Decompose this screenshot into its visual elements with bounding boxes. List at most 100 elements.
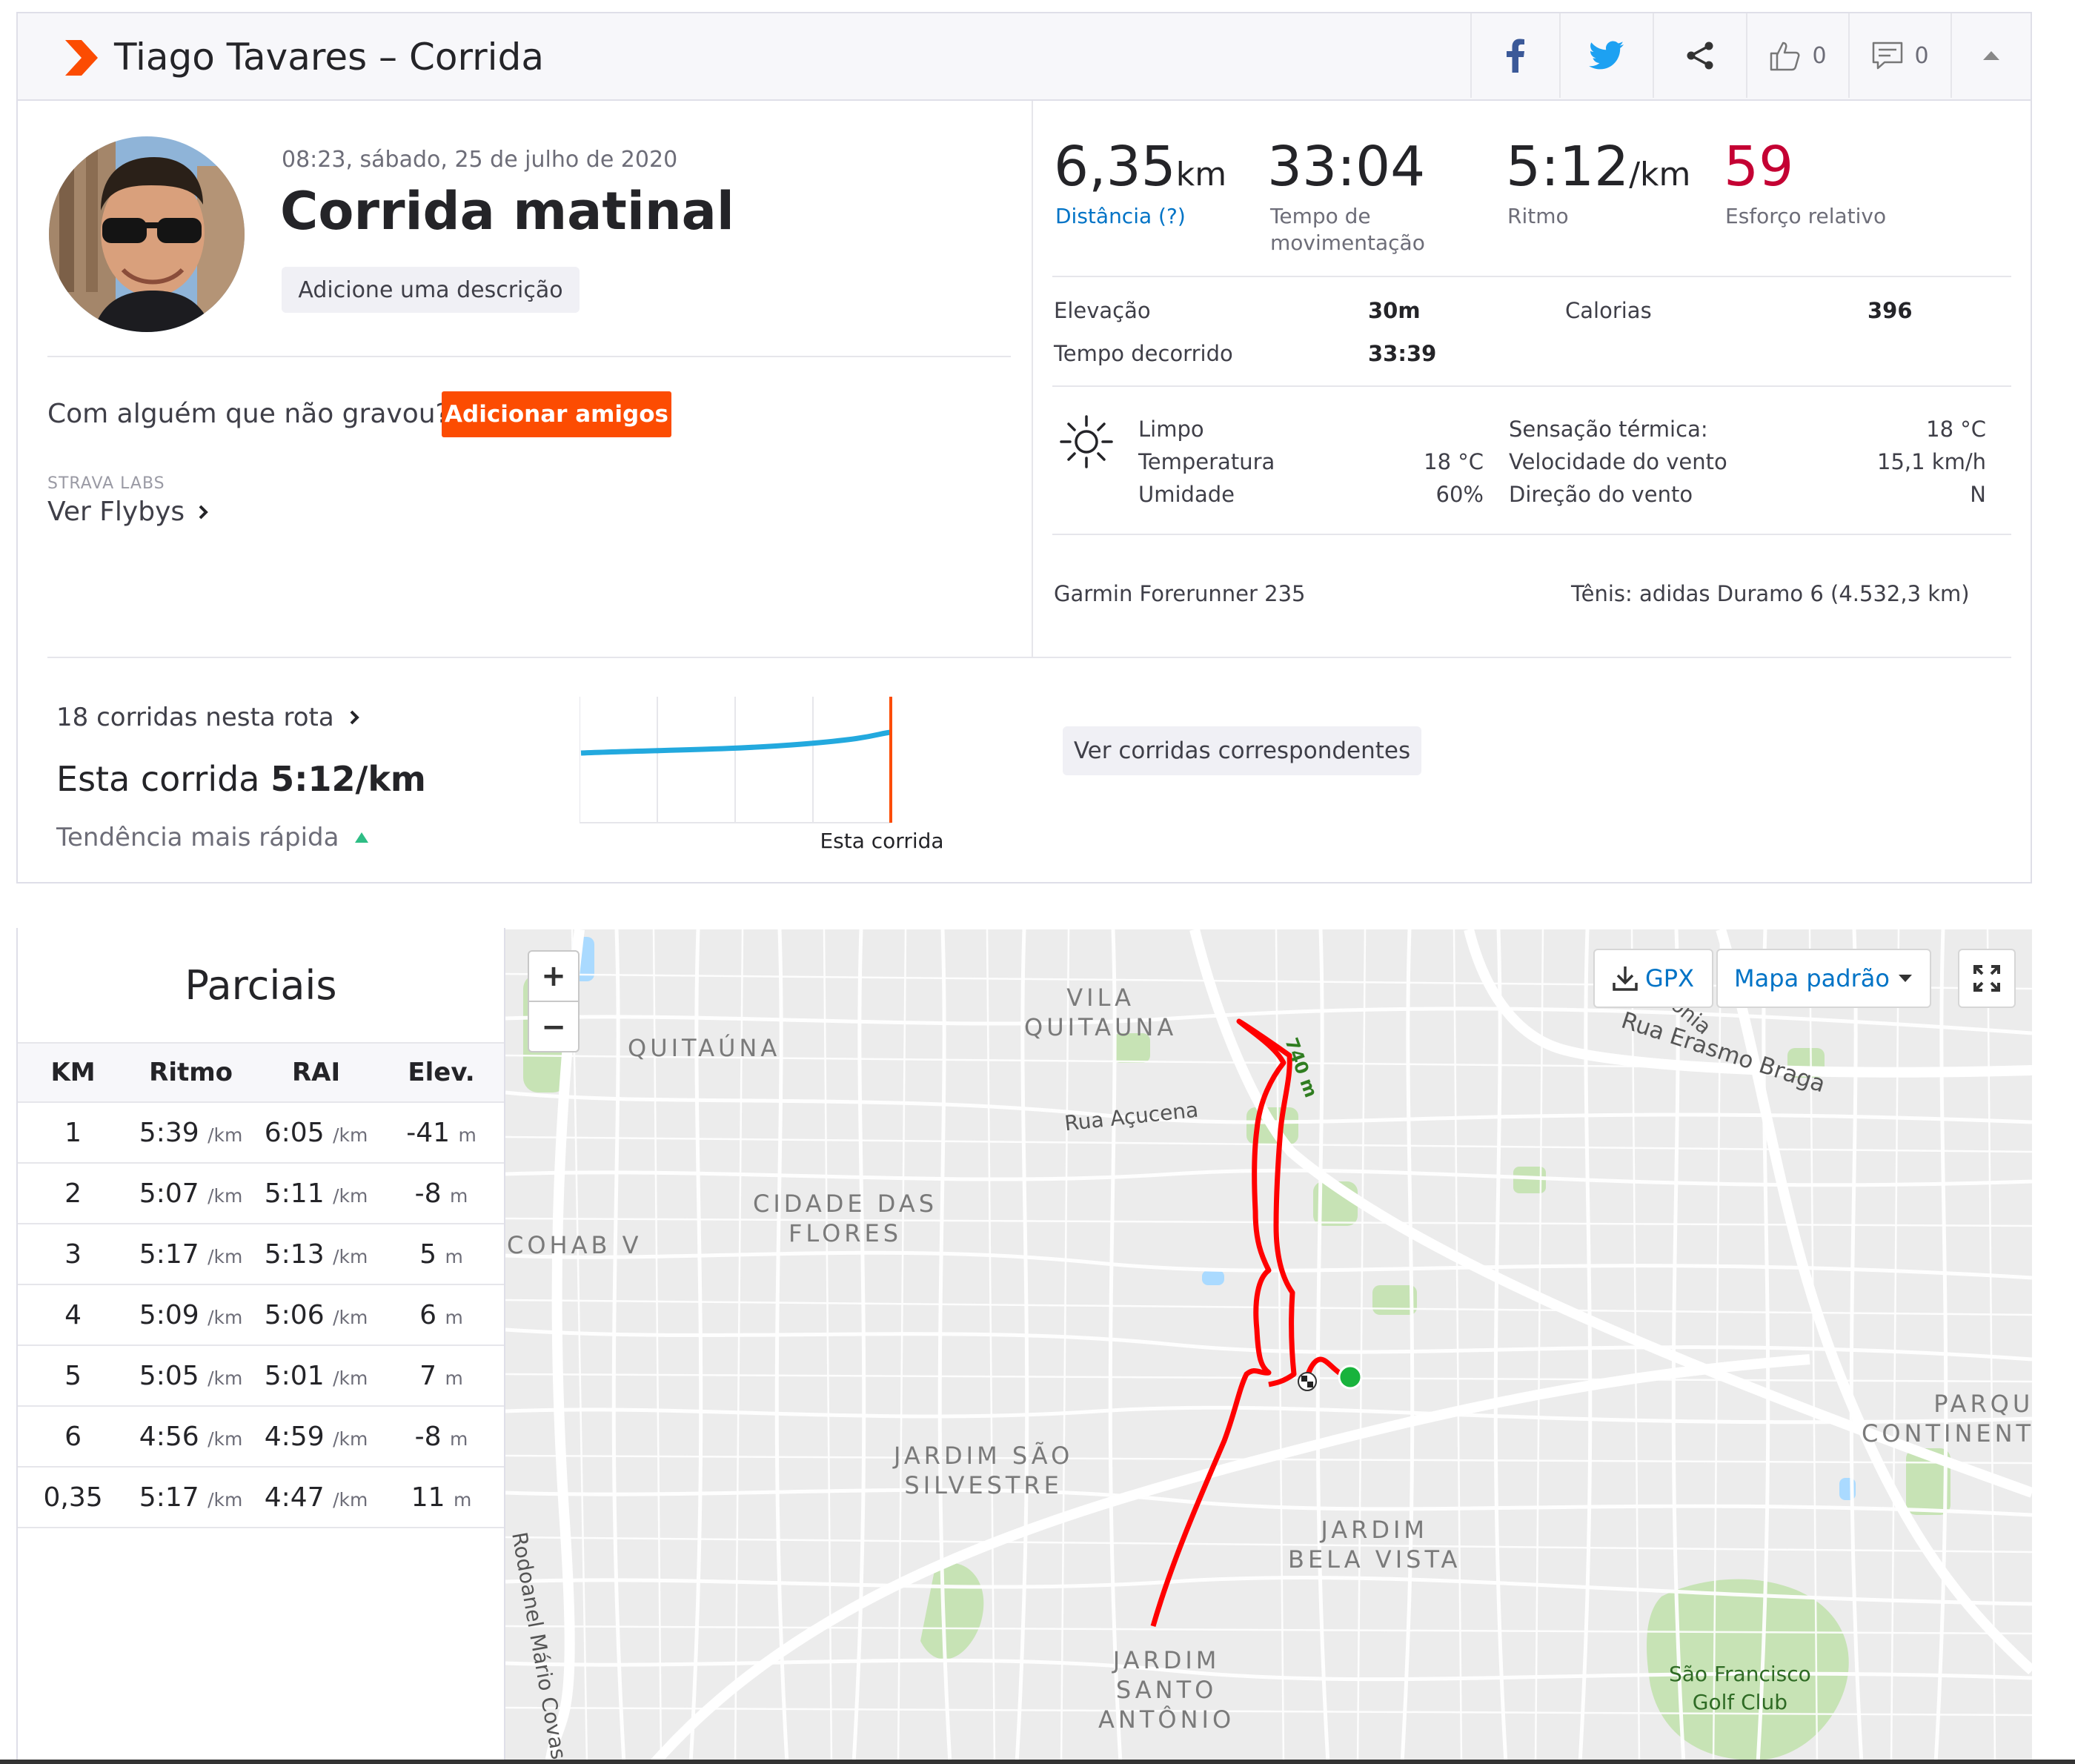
route-runs-label: 18 corridas nesta rota	[56, 703, 334, 732]
split-gap: 5:01 /km	[253, 1361, 379, 1391]
shoes-name[interactable]: Tênis: adidas Duramo 6 (4.532,3 km)	[1571, 581, 1970, 606]
label-vila-quitauna: VILA QUITAUNA	[1024, 984, 1178, 1041]
split-km: 0,35	[43, 1482, 103, 1513]
pace-value: 5:12	[1506, 135, 1630, 199]
avatar-photo	[49, 136, 245, 332]
kudos-button[interactable]: 0	[1746, 13, 1848, 98]
this-run-prefix: Esta corrida	[56, 759, 260, 799]
split-elev: 6 m	[379, 1300, 504, 1330]
split-elev: -8 m	[379, 1178, 504, 1209]
temperature-label: Temperatura	[1138, 449, 1275, 474]
add-description-button[interactable]: Adicione uma descrição	[282, 267, 580, 313]
split-pace-value: 5:17	[139, 1482, 199, 1513]
split-pace-unit: /km	[208, 1184, 243, 1207]
comment-icon	[1873, 42, 1903, 70]
route-map[interactable]: 740 m VILA QUITAUNA QUITAÚNA CIDADE DAS …	[505, 929, 2032, 1764]
this-run-pace-value: 5:12/km	[270, 759, 426, 799]
thumbs-up-icon	[1770, 42, 1800, 71]
divider	[1052, 534, 2011, 535]
matched-runs-button[interactable]: Ver corridas correspondentes	[1063, 726, 1421, 775]
map-zoom-control: + −	[528, 950, 580, 1052]
label-cohab: COHAB V	[507, 1231, 643, 1259]
divider	[47, 356, 1011, 357]
split-gap-unit: /km	[333, 1428, 368, 1450]
share-button[interactable]	[1653, 13, 1746, 98]
relative-effort-value[interactable]: 59	[1724, 139, 1793, 194]
split-pace-value: 4:56	[139, 1421, 199, 1452]
split-elev-unit: m	[445, 1306, 463, 1328]
pace-unit: /km	[1629, 156, 1691, 193]
split-pace: 5:39 /km	[128, 1118, 253, 1148]
split-elev: -8 m	[379, 1422, 504, 1452]
split-gap-unit: /km	[333, 1245, 368, 1267]
calories-value: 396	[1868, 298, 1913, 323]
zoom-out-button[interactable]: −	[529, 1002, 578, 1052]
split-pace-value: 5:39	[139, 1117, 199, 1148]
gpx-download-button[interactable]: GPX	[1593, 949, 1713, 1008]
activity-card: Tiago Tavares – Corrida 0 0 08:23, sábad…	[16, 12, 2032, 883]
label-quitauna: QUITAÚNA	[628, 1034, 781, 1062]
comment-button[interactable]: 0	[1848, 13, 1950, 98]
split-pace: 5:07 /km	[128, 1178, 253, 1209]
zoom-in-button[interactable]: +	[529, 952, 578, 1002]
splits-row: 6 4:56 /km 4:59 /km -8 m	[18, 1407, 504, 1468]
split-gap-value: 5:11	[264, 1178, 325, 1209]
header-actions: 0 0	[1470, 13, 2031, 98]
elevation-label: Elevação	[1054, 298, 1151, 323]
caret-down-icon	[1898, 975, 1912, 982]
split-elev-value: -8	[414, 1178, 442, 1209]
split-elev-unit: m	[450, 1428, 468, 1450]
split-pace-unit: /km	[208, 1488, 243, 1511]
label-jardim-sao-silvestre: JARDIM SÃO SILVESTRE	[894, 1442, 1074, 1499]
split-elev-value: -8	[414, 1421, 442, 1452]
split-gap: 4:47 /km	[253, 1482, 379, 1513]
split-gap-value: 5:13	[264, 1239, 325, 1270]
distance-label[interactable]: Distância (?)	[1055, 203, 1186, 230]
splits-header-row: KM Ritmo RAI Elev.	[18, 1044, 504, 1103]
facebook-share-button[interactable]	[1470, 13, 1559, 98]
split-pace-unit: /km	[208, 1367, 243, 1389]
label-jardim-santo-antonio: JARDIM SANTO ANTÔNIO	[1098, 1646, 1235, 1734]
athlete-avatar[interactable]	[49, 136, 245, 332]
split-elev-value: 11	[411, 1482, 445, 1513]
this-run-chart-label: Esta corrida	[820, 829, 943, 853]
wind-direction-value: N	[1970, 482, 1986, 507]
split-km: 1	[64, 1117, 82, 1148]
split-elev-unit: m	[453, 1488, 472, 1511]
chevron-up-icon	[1983, 51, 1999, 60]
splits-row: 2 5:07 /km 5:11 /km -8 m	[18, 1164, 504, 1224]
split-pace-value: 5:09	[139, 1299, 199, 1330]
wind-speed-value: 15,1 km/h	[1877, 449, 1986, 474]
splits-header-elev: Elev.	[408, 1058, 475, 1087]
activity-name: Corrida matinal	[280, 181, 734, 242]
flybys-link[interactable]: Ver Flybys	[47, 497, 208, 527]
split-gap-unit: /km	[333, 1488, 368, 1511]
pace-label: Ritmo	[1507, 204, 1569, 228]
add-friends-button[interactable]: Adicionar amigos	[442, 391, 671, 437]
twitter-share-button[interactable]	[1559, 13, 1653, 98]
split-pace-unit: /km	[208, 1245, 243, 1267]
moving-time-label-line2: movimentação	[1270, 231, 1425, 256]
label-jardim-bela-vista: JARDIM BELA VISTA	[1288, 1516, 1461, 1574]
wind-direction-label: Direção do vento	[1509, 482, 1693, 507]
relative-effort-label: Esforço relativo	[1725, 204, 1887, 228]
map-type-label: Mapa padrão	[1734, 964, 1890, 992]
split-elev: 7 m	[379, 1361, 504, 1391]
gpx-label: GPX	[1644, 964, 1694, 992]
splits-title: Parciais	[18, 928, 504, 1044]
route-runs-link[interactable]: 18 corridas nesta rota	[56, 703, 359, 732]
share-icon	[1687, 42, 1713, 70]
split-km: 4	[64, 1299, 82, 1330]
splits-header-km: KM	[50, 1058, 96, 1087]
fullscreen-button[interactable]	[1958, 949, 2016, 1008]
split-gap-unit: /km	[333, 1367, 368, 1389]
sun-icon	[1060, 415, 1113, 468]
label-parque-continental: PARQUE CONTINENTA	[1862, 1390, 2032, 1448]
map-type-select[interactable]: Mapa padrão	[1716, 949, 1931, 1008]
split-elev: 11 m	[379, 1482, 504, 1513]
collapse-button[interactable]	[1950, 13, 2031, 98]
temperature-value: 18 °C	[1424, 449, 1484, 474]
split-km: 2	[64, 1178, 82, 1209]
split-gap-value: 4:47	[264, 1482, 325, 1513]
split-gap: 4:59 /km	[253, 1422, 379, 1452]
